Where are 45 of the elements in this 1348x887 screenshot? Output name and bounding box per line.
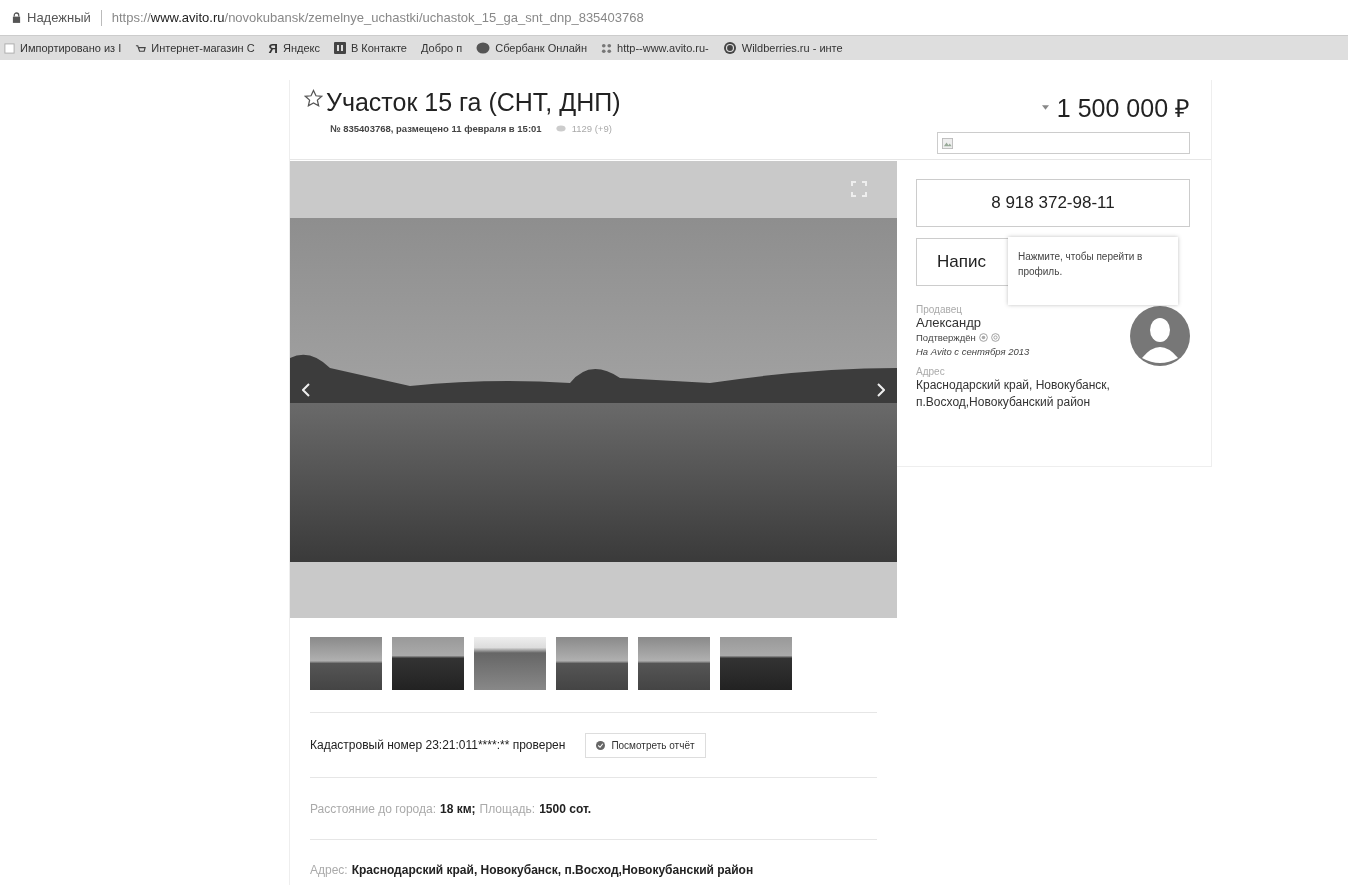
check-badge-icon (596, 740, 606, 750)
broken-image-icon (942, 137, 953, 149)
caret-icon[interactable] (1041, 104, 1049, 110)
view-report-button[interactable]: Посмотреть отчёт (585, 732, 706, 758)
cart-icon (135, 42, 147, 54)
bookmark[interactable]: Добро п (420, 42, 463, 54)
url-text[interactable]: https://www.avito.ru/novokubansk/zemelnye_uchastki/uchastok_15_ga_snt_dnp_835403768 (111, 10, 644, 25)
bookmark[interactable]: Импортировано из I (4, 42, 122, 54)
params-text: Расстояние до города: 18 км; Площадь: 1500 сот. (310, 801, 593, 816)
thumbnail-photo[interactable] (720, 637, 792, 690)
eye-icon (555, 125, 566, 132)
thumbnail-photo[interactable] (638, 637, 710, 690)
page-icon (4, 42, 15, 54)
phone-button[interactable]: 8 918 372-98-11 (916, 179, 1190, 227)
lock-icon (12, 12, 21, 23)
security-label: Надежный (27, 10, 91, 25)
member-since: На Avito с сентября 2013 (916, 346, 1030, 357)
price: 1 500 000 ₽ (1056, 93, 1190, 124)
listing-meta: № 835403768, размещено 11 февраля в 15:01 (330, 123, 542, 134)
bookmark[interactable]: Сбербанк Онлайн (476, 42, 588, 54)
square-icon (333, 42, 346, 54)
star-icon[interactable] (304, 89, 323, 108)
avatar-silhouette[interactable] (1130, 306, 1190, 366)
letter-icon: Я (268, 40, 278, 56)
verified-text: Подтверждён (916, 332, 976, 343)
bookmark[interactable]: Wildberries.ru - инте (722, 41, 843, 55)
dots-icon (601, 42, 613, 54)
bookmark[interactable]: Интернет-магазин С (135, 42, 255, 54)
cadastre-text: Кадастровый номер 23:21:011****:** проверен (310, 738, 566, 752)
bookmark[interactable]: Я Яндекс (268, 40, 320, 56)
views-count: 1129 (+9) (571, 123, 612, 134)
bookmark[interactable]: В Контакте (333, 42, 407, 54)
address-text: Адрес: Краснодарский край, Новокубанск, п.Восход,Новокубанский район (310, 862, 754, 877)
thumbnail-photo[interactable] (474, 637, 546, 690)
tooltip: Нажмите, чтобы перейти в профиль. (1008, 237, 1178, 305)
thumbnail-photo[interactable] (556, 637, 628, 690)
thumbnail-photo[interactable] (392, 637, 464, 690)
address-label: Адрес (916, 366, 946, 377)
bookmark[interactable]: http--www.avito.ru- (601, 42, 709, 54)
thumbnail-photo[interactable] (310, 637, 382, 690)
seller-address: Краснодарский край, Новокубанск, п.Восход,Новокубанский район (916, 377, 1111, 411)
listing-title: Участок 15 га (СНТ, ДНП) (326, 88, 621, 117)
circle-icon (476, 42, 491, 54)
seller-name[interactable]: Александр (916, 315, 1030, 330)
seller-label: Продавец (916, 304, 963, 315)
